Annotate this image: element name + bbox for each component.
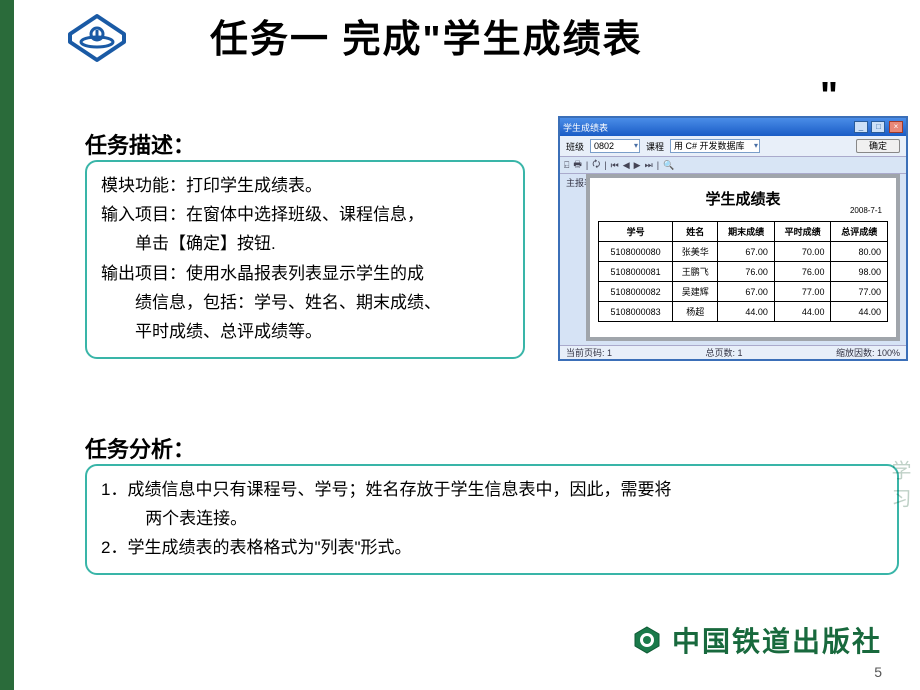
window-controls: _ □ ×: [853, 121, 903, 133]
combo-course[interactable]: 用 C# 开发数据库: [670, 139, 760, 153]
cell-name: 吴建辉: [673, 282, 718, 302]
label-course: 课程: [646, 140, 664, 153]
cell-total: 98.00: [831, 262, 888, 282]
report-page: 学生成绩表 2008-7-1 学号 姓名 期末成绩 平时成绩 总评成绩: [590, 178, 896, 337]
heading-task-description: 任务描述：: [85, 128, 195, 160]
status-zoom: 缩放因数: 100%: [836, 346, 900, 359]
app-titlebar: 学生成绩表 _ □ ×: [560, 118, 906, 136]
col-name: 姓名: [673, 222, 718, 242]
cell-final: 44.00: [718, 302, 775, 322]
report-viewport: 学生成绩表 2008-7-1 学号 姓名 期末成绩 平时成绩 总评成绩: [586, 174, 900, 341]
report-toolbar: ⍇ 🖶 | 🗘 | ⏮ ◀ ▶ ⏭ | 🔍: [560, 156, 906, 174]
app-statusbar: 当前页码: 1 总页数: 1 缩放因数: 100%: [560, 345, 906, 359]
footer-publisher: 中国铁道出版社: [632, 620, 882, 660]
desc-line-output-a: 输出项目：使用水晶报表列表显示学生的成: [101, 260, 509, 287]
toolbar-search-icon[interactable]: 🔍: [663, 160, 674, 171]
cell-final: 67.00: [718, 242, 775, 262]
col-total: 总评成绩: [831, 222, 888, 242]
col-id: 学号: [599, 222, 673, 242]
analysis-item1-a: 1．成绩信息中只有课程号、学号；姓名存放于学生信息表中，因此，需要将: [101, 476, 883, 505]
cell-total: 44.00: [831, 302, 888, 322]
analysis-item2: 2．学生成绩表的表格格式为"列表"形式。: [101, 534, 883, 563]
cell-final: 76.00: [718, 262, 775, 282]
publisher-logo-icon: [632, 625, 662, 655]
report-title: 学生成绩表: [598, 184, 888, 213]
col-final: 期末成绩: [718, 222, 775, 242]
cell-name: 杨超: [673, 302, 718, 322]
report-date: 2008-7-1: [850, 206, 882, 215]
table-row: 5108000081 王鹏飞 76.00 76.00 98.00: [599, 262, 888, 282]
cell-usual: 76.00: [774, 262, 831, 282]
desc-line-module: 模块功能：打印学生成绩表。: [101, 172, 509, 199]
desc-line-output-b: 绩信息，包括：学号、姓名、期末成绩、: [101, 289, 509, 316]
publisher-logo-top: [60, 12, 134, 77]
close-icon[interactable]: ×: [889, 121, 903, 133]
status-current-page: 当前页码: 1: [566, 346, 612, 359]
toolbar-first-icon[interactable]: ⏮: [611, 160, 619, 171]
toolbar-next-icon[interactable]: ▶: [634, 160, 641, 171]
cell-usual: 70.00: [774, 242, 831, 262]
slide-title: 任务一 完成"学生成绩表: [210, 8, 643, 63]
slide-title-quote-end: ": [820, 75, 838, 118]
cell-name: 张美华: [673, 242, 718, 262]
publisher-name: 中国铁道出版社: [672, 620, 882, 660]
status-total-pages: 总页数: 1: [705, 346, 742, 359]
desc-line-input-a: 输入项目：在窗体中选择班级、课程信息，: [101, 201, 509, 228]
toolbar-print-icon[interactable]: 🖶: [573, 157, 582, 173]
cell-total: 77.00: [831, 282, 888, 302]
table-row: 5108000080 张美华 67.00 70.00 80.00: [599, 242, 888, 262]
app-title-text: 学生成绩表: [563, 121, 608, 134]
cell-name: 王鹏飞: [673, 262, 718, 282]
task-description-box: 模块功能：打印学生成绩表。 输入项目：在窗体中选择班级、课程信息， 单击【确定】…: [85, 160, 525, 359]
table-row: 5108000082 吴建辉 67.00 77.00 77.00: [599, 282, 888, 302]
toolbar-export-icon[interactable]: ⍇: [564, 160, 569, 171]
task-analysis-box: 1．成绩信息中只有课程号、学号；姓名存放于学生信息表中，因此，需要将 两个表连接…: [85, 464, 899, 575]
col-usual: 平时成绩: [774, 222, 831, 242]
app-filter-bar: 班级 0802 课程 用 C# 开发数据库 确定: [560, 136, 906, 156]
table-row: 5108000083 杨超 44.00 44.00 44.00: [599, 302, 888, 322]
desc-line-input-b: 单击【确定】按钮.: [101, 230, 509, 257]
label-class: 班级: [566, 140, 584, 153]
toolbar-last-icon[interactable]: ⏭: [645, 160, 653, 171]
cell-total: 80.00: [831, 242, 888, 262]
watermark: 学习: [885, 460, 914, 516]
app-screenshot: 学生成绩表 _ □ × 班级 0802 课程 用 C# 开发数据库 确定 ⍇ 🖶…: [558, 116, 908, 361]
cell-usual: 77.00: [774, 282, 831, 302]
desc-line-output-c: 平时成绩、总评成绩等。: [101, 318, 509, 345]
cell-id: 5108000081: [599, 262, 673, 282]
minimize-icon[interactable]: _: [854, 121, 868, 133]
analysis-item1-b: 两个表连接。: [101, 505, 883, 534]
cell-usual: 44.00: [774, 302, 831, 322]
maximize-icon[interactable]: □: [871, 121, 885, 133]
cell-final: 67.00: [718, 282, 775, 302]
cell-id: 5108000080: [599, 242, 673, 262]
ok-button[interactable]: 确定: [856, 139, 900, 153]
cell-id: 5108000083: [599, 302, 673, 322]
page-number: 5: [874, 664, 882, 680]
cell-id: 5108000082: [599, 282, 673, 302]
toolbar-refresh-icon[interactable]: 🗘: [592, 157, 600, 173]
table-header-row: 学号 姓名 期末成绩 平时成绩 总评成绩: [599, 222, 888, 242]
combo-class[interactable]: 0802: [590, 139, 640, 153]
report-table: 学号 姓名 期末成绩 平时成绩 总评成绩 5108000080 张美华 67.0…: [598, 221, 888, 322]
toolbar-prev-icon[interactable]: ◀: [623, 160, 630, 171]
heading-task-analysis: 任务分析：: [85, 432, 195, 464]
